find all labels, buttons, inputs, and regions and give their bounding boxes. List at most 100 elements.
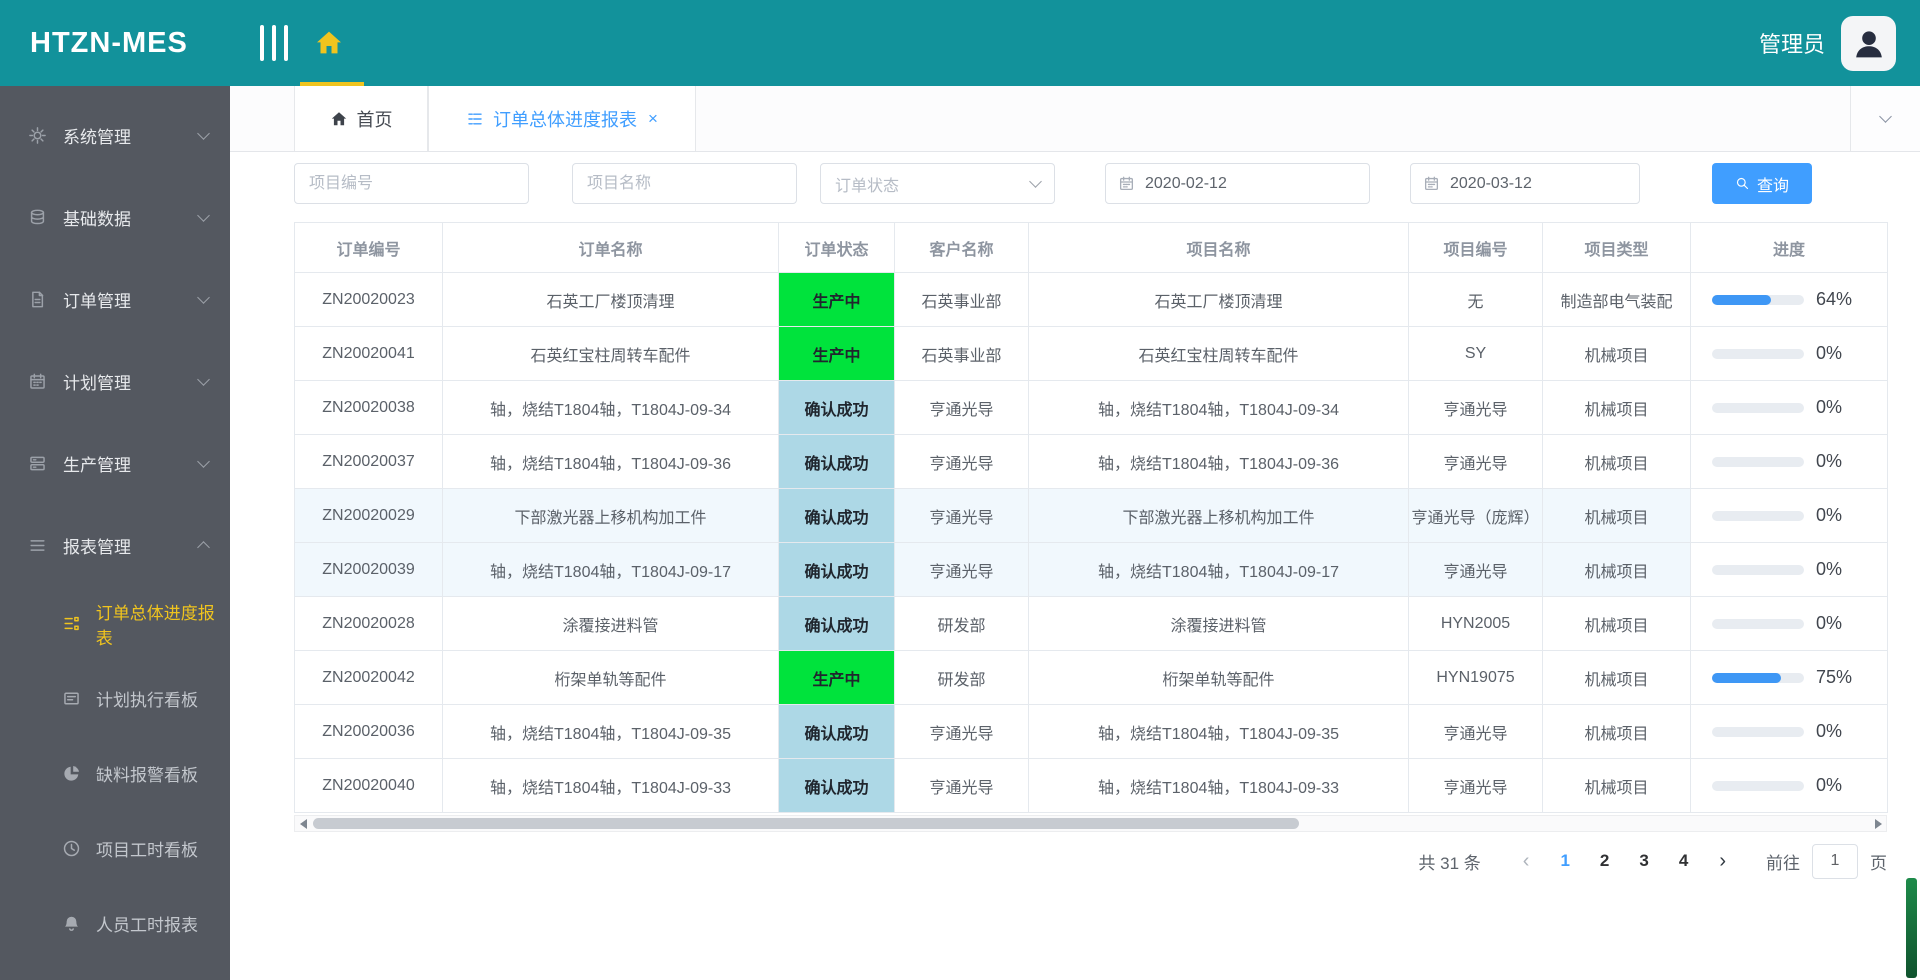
sidebar-subitem-5-1[interactable]: 计划执行看板 [0, 661, 230, 736]
cell-project-name: 石英工厂楼顶清理 [1028, 272, 1409, 327]
tab-close-icon[interactable]: × [648, 109, 658, 129]
table-row: ZN20020042 桁架单轨等配件 生产中 研发部 桁架单轨等配件 HYN19075 机械… [294, 650, 1888, 705]
sidebar-item-4[interactable]: 生产管理 [0, 422, 230, 504]
progress-label: 0% [1816, 505, 1843, 525]
pagination-next-icon[interactable]: › [1719, 850, 1726, 873]
sidebar-item-label: 基础数据 [63, 209, 131, 229]
tab-label: 首页 [356, 109, 393, 130]
pagination-page-3[interactable]: 3 [1639, 851, 1648, 870]
table-row: ZN20020039 轴，烧结T1804轴，T1804J-09-17 确认成功 亨通光… [294, 542, 1888, 597]
home-icon [330, 110, 348, 128]
database-icon [28, 207, 48, 227]
column-header: 订单状态 [778, 222, 895, 273]
cell-progress: 0% [1690, 542, 1888, 597]
date-to-value: 2020-03-12 [1450, 174, 1532, 192]
sidebar-item-2[interactable]: 订单管理 [0, 258, 230, 340]
tab-home[interactable]: 首页 [294, 86, 428, 151]
cell-project-name: 轴，烧结T1804轴，T1804J-09-17 [1028, 542, 1409, 597]
cell-project-name: 轴，烧结T1804轴，T1804J-09-35 [1028, 704, 1409, 759]
project-name-input[interactable] [572, 163, 797, 204]
cell-progress: 0% [1690, 758, 1888, 813]
orderlist-icon [62, 614, 82, 634]
horizontal-scrollbar-thumb[interactable] [313, 818, 1300, 829]
project-no-input[interactable] [294, 163, 529, 204]
horizontal-scrollbar[interactable] [294, 815, 1887, 832]
sidebar-subitem-5-0[interactable]: 订单总体进度报表 [0, 586, 230, 661]
cell-order-no: ZN20020028 [294, 596, 443, 651]
table-row: ZN20020036 轴，烧结T1804轴，T1804J-09-35 确认成功 亨通光… [294, 704, 1888, 759]
main-content: 订单状态 2020-02-12 2020-03-12 查询 订单编号订单名称订单… [230, 152, 1920, 980]
cell-project-type: 机械项目 [1542, 542, 1691, 597]
scroll-left-arrow-icon[interactable] [295, 816, 311, 831]
cell-order-status: 确认成功 [778, 434, 895, 489]
progress-label: 0% [1816, 559, 1843, 579]
username: 管理员 [1758, 32, 1825, 57]
cell-order-no: ZN20020039 [294, 542, 443, 597]
tab-label: 订单总体进度报表 [493, 109, 638, 130]
chevron-down-icon [197, 372, 210, 386]
pagination-page-4[interactable]: 4 [1679, 851, 1688, 870]
cell-order-status: 确认成功 [778, 542, 895, 597]
cell-project-type: 机械项目 [1542, 434, 1691, 489]
sidebar-item-1[interactable]: 基础数据 [0, 176, 230, 258]
hamburger-icon[interactable] [260, 25, 288, 61]
sidebar-item-0[interactable]: 系统管理 [0, 94, 230, 176]
cell-order-status: 确认成功 [778, 596, 895, 651]
cell-project-type: 制造部电气装配 [1542, 272, 1691, 327]
sidebar-subitem-5-2[interactable]: 缺料报警看板 [0, 736, 230, 811]
cell-project-name: 桁架单轨等配件 [1028, 650, 1409, 705]
tabs-dropdown-button[interactable] [1850, 86, 1920, 151]
cell-customer: 研发部 [894, 596, 1029, 651]
date-to-picker[interactable]: 2020-03-12 [1410, 163, 1640, 204]
cell-order-name: 轴，烧结T1804轴，T1804J-09-17 [442, 542, 779, 597]
pagination-goto-input[interactable] [1812, 843, 1858, 879]
pagination-goto-label: 前往 [1766, 853, 1800, 873]
progress-bar [1712, 618, 1804, 629]
cell-order-name: 轴，烧结T1804轴，T1804J-09-33 [442, 758, 779, 813]
sidebar-item-5[interactable]: 报表管理 [0, 504, 230, 586]
pagination-page-1[interactable]: 1 [1560, 851, 1569, 870]
column-header: 客户名称 [894, 222, 1029, 273]
order-status-select[interactable]: 订单状态 [820, 163, 1055, 204]
progress-bar [1712, 672, 1804, 683]
cell-project-type: 机械项目 [1542, 488, 1691, 543]
table-row: ZN20020029 下部激光器上移机构加工件 确认成功 亨通光导 下部激光器上移机构加… [294, 488, 1888, 543]
chevron-down-icon [197, 454, 210, 468]
sidebar-subitem-label: 订单总体进度报表 [95, 603, 215, 648]
date-from-picker[interactable]: 2020-02-12 [1105, 163, 1370, 204]
sidebar-subitem-5-4[interactable]: 人员工时报表 [0, 886, 230, 961]
pagination-pages: 1 2 3 4 [1545, 851, 1703, 871]
pagination-page-2[interactable]: 2 [1600, 851, 1609, 870]
cell-customer: 研发部 [894, 650, 1029, 705]
cell-project-name: 涂覆接进料管 [1028, 596, 1409, 651]
table-header-row: 订单编号 订单名称 订单状态 客户名称 项目名称 项目编号 项目类型 进度 [294, 222, 1888, 273]
user-box[interactable]: 管理员 [1759, 0, 1896, 86]
cell-project-name: 轴，烧结T1804轴，T1804J-09-36 [1028, 434, 1409, 489]
cell-customer: 亨通光导 [894, 704, 1029, 759]
cell-order-no: ZN20020038 [294, 380, 443, 435]
sidebar-subitem-label: 项目工时看板 [96, 841, 198, 860]
sidebar-item-label: 订单管理 [63, 291, 131, 311]
progress-label: 0% [1816, 613, 1843, 633]
cell-project-type: 机械项目 [1542, 380, 1691, 435]
scroll-right-arrow-icon[interactable] [1870, 816, 1886, 831]
cell-project-no: 亨通光导 [1408, 758, 1543, 813]
gear-icon [28, 125, 48, 145]
cell-order-name: 石英红宝柱周转车配件 [442, 326, 779, 381]
sidebar-subitem-5-3[interactable]: 项目工时看板 [0, 811, 230, 886]
sidebar-item-3[interactable]: 计划管理 [0, 340, 230, 422]
progress-bar [1712, 510, 1804, 521]
progress-bar [1712, 348, 1804, 359]
pagination-unit-label: 页 [1870, 853, 1887, 873]
home-icon[interactable] [314, 28, 344, 58]
vertical-scrollbar-thumb[interactable] [1906, 878, 1917, 978]
cell-project-no: 亨通光导（庞辉） [1408, 488, 1543, 543]
progress-bar [1712, 402, 1804, 413]
search-button[interactable]: 查询 [1712, 163, 1812, 204]
cell-order-name: 桁架单轨等配件 [442, 650, 779, 705]
tab-order-progress-report[interactable]: 订单总体进度报表 × [428, 86, 696, 151]
cell-order-no: ZN20020040 [294, 758, 443, 813]
pagination-prev-icon[interactable]: ‹ [1523, 850, 1530, 873]
cell-order-no: ZN20020042 [294, 650, 443, 705]
avatar[interactable] [1841, 15, 1896, 71]
